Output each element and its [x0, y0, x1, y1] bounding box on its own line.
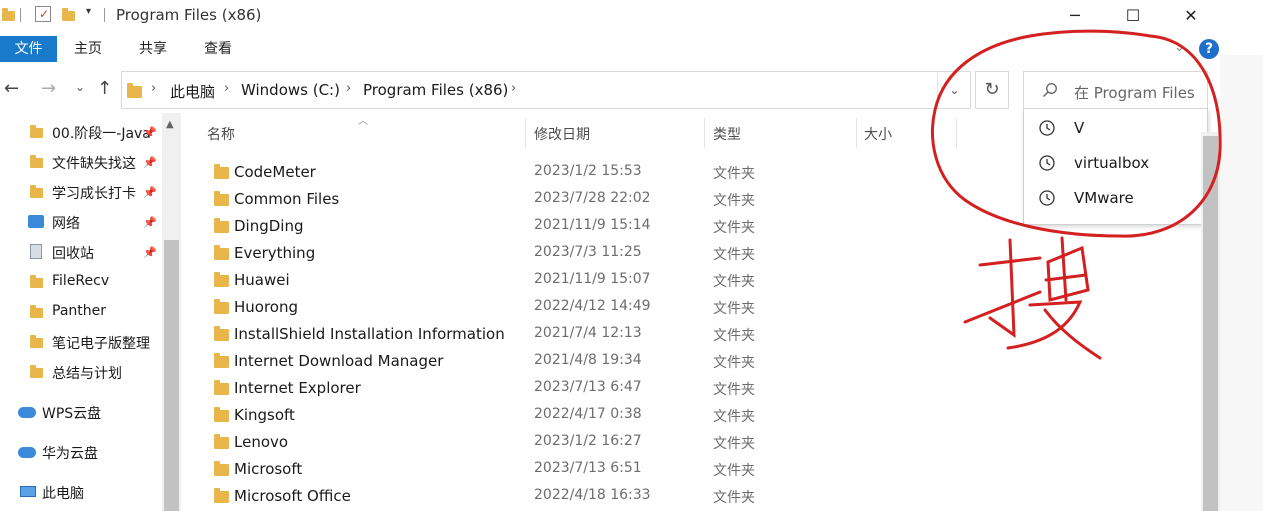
red-annotation-overlay [931, 29, 1222, 360]
annotation-circle [931, 29, 1222, 238]
annotation-character-sou [963, 236, 1102, 360]
